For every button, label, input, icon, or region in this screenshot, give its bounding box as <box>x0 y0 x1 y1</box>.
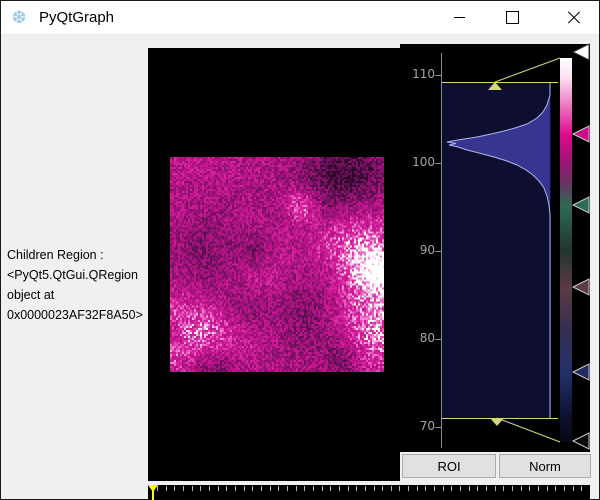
timeline-tick <box>338 486 340 491</box>
axis-label-80: 80 <box>419 331 435 345</box>
timeline-tick <box>468 486 470 491</box>
maximize-button[interactable] <box>486 1 538 34</box>
timeline-tick <box>451 486 453 491</box>
timeline-tick <box>564 486 566 491</box>
timeline-tick <box>278 486 280 491</box>
timeline-tick <box>399 486 401 491</box>
gradient-ticks <box>571 43 590 450</box>
timeline-tick <box>486 486 488 491</box>
timeline-tick <box>321 486 323 491</box>
timeline-tick <box>416 486 418 491</box>
timeline-tick <box>356 486 358 491</box>
maximize-icon <box>505 11 519 24</box>
timeline-tick <box>269 486 271 491</box>
timeline-tick <box>434 486 436 491</box>
timeline-tick <box>390 486 392 491</box>
timeline-tick <box>477 486 479 491</box>
timeline-tick <box>174 486 176 491</box>
timeline-tick <box>286 486 288 491</box>
timeline[interactable] <box>148 485 590 500</box>
timeline-tick <box>538 486 540 491</box>
axis-label-70: 70 <box>419 419 435 433</box>
time-marker[interactable] <box>148 485 158 500</box>
app-icon: ❆ <box>12 8 27 27</box>
close-icon <box>567 11 581 25</box>
gradient-tick-teal[interactable] <box>571 196 590 214</box>
timeline-tick <box>555 486 557 491</box>
timeline-tick <box>347 486 349 491</box>
timeline-tick <box>295 486 297 491</box>
timeline-tick <box>382 486 384 491</box>
timeline-tick <box>330 486 332 491</box>
timeline-tick <box>243 486 245 491</box>
label-line-2: <PyQt5.QtGui.QRegion <box>7 268 138 282</box>
axis-tick-marks <box>435 75 441 428</box>
timeline-tick <box>252 486 254 491</box>
timeline-tick <box>503 486 505 491</box>
label-line-1: Children Region : <box>7 248 104 262</box>
gradient-bar[interactable] <box>560 58 572 442</box>
axis-label-90: 90 <box>419 243 435 257</box>
timeline-tick <box>260 486 262 491</box>
timeline-tick <box>546 486 548 491</box>
timeline-tick <box>512 486 514 491</box>
level-handle-min[interactable] <box>490 418 504 426</box>
timeline-tick <box>312 486 314 491</box>
timeline-tick <box>182 486 184 491</box>
noise-image <box>170 157 384 372</box>
timeline-tick <box>408 486 410 491</box>
timeline-tick <box>425 486 427 491</box>
gradient-tick-maroon[interactable] <box>571 278 590 296</box>
timeline-tick <box>520 486 522 491</box>
minimize-icon <box>453 17 465 18</box>
roi-button[interactable]: ROI <box>402 454 496 478</box>
minimize-button[interactable] <box>433 1 485 34</box>
children-region-label: Children Region : <PyQt5.QtGui.QRegion o… <box>7 245 148 325</box>
timeline-tick <box>217 486 219 491</box>
timeline-tick <box>373 486 375 491</box>
timeline-tick <box>581 486 583 491</box>
timeline-tick <box>460 486 462 491</box>
window-title: PyQtGraph <box>39 9 115 26</box>
time-marker-arrow <box>148 485 158 492</box>
axis-label-100: 100 <box>412 155 435 169</box>
label-line-4: 0x0000023AF32F8A50> <box>7 308 143 322</box>
label-line-3: object at <box>7 288 55 302</box>
gradient-tick-navy[interactable] <box>571 363 590 381</box>
timeline-tick <box>304 486 306 491</box>
image-plot[interactable] <box>148 48 400 481</box>
axis-label-110: 110 <box>412 67 435 81</box>
gradient-tick-magenta[interactable] <box>571 125 590 143</box>
close-button[interactable] <box>548 1 600 34</box>
gradient-tick-black[interactable] <box>571 432 590 450</box>
timeline-tick <box>529 486 531 491</box>
pyqtgraph-window: ❆ PyQtGraph Children Region : <PyQt5.QtG… <box>0 0 600 500</box>
timeline-tick <box>191 486 193 491</box>
timeline-tick <box>234 486 236 491</box>
titlebar[interactable]: ❆ PyQtGraph <box>1 1 599 35</box>
histogram-panel[interactable]: 110 100 90 80 70 <box>400 43 590 452</box>
timeline-tick <box>208 486 210 491</box>
gradient-tick-white[interactable] <box>571 43 590 61</box>
timeline-tick <box>165 486 167 491</box>
timeline-tick <box>494 486 496 491</box>
timeline-tick <box>442 486 444 491</box>
timeline-tick <box>200 486 202 491</box>
timeline-tick <box>226 486 228 491</box>
timeline-tick <box>364 486 366 491</box>
norm-button[interactable]: Norm <box>499 454 591 478</box>
timeline-tick <box>572 486 574 491</box>
